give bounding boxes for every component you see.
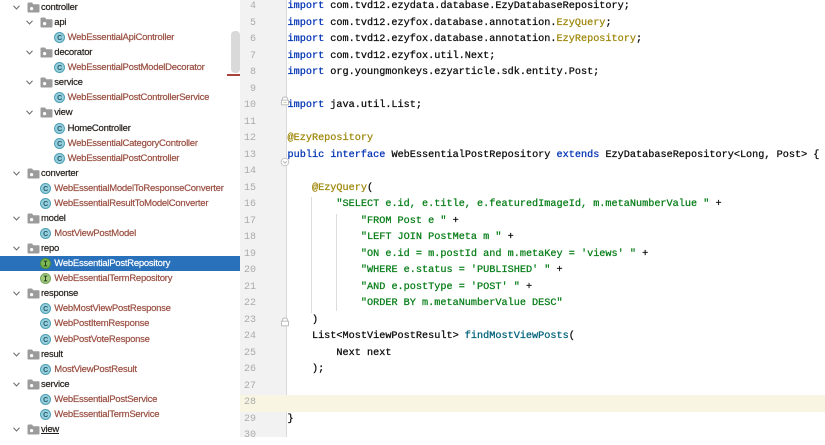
svg-text:C: C <box>43 397 48 404</box>
svg-text:C: C <box>57 126 62 133</box>
svg-text:C: C <box>57 141 62 148</box>
svg-text:C: C <box>57 156 62 163</box>
svg-text:C: C <box>43 412 48 419</box>
svg-text:C: C <box>43 337 48 344</box>
svg-text:C: C <box>57 35 62 42</box>
svg-text:C: C <box>43 186 48 193</box>
svg-text:C: C <box>57 96 62 103</box>
svg-text:C: C <box>57 65 62 72</box>
svg-text:C: C <box>43 201 48 208</box>
svg-text:C: C <box>43 306 48 313</box>
svg-text:C: C <box>43 322 48 329</box>
svg-text:C: C <box>43 367 48 374</box>
svg-text:C: C <box>43 231 48 238</box>
